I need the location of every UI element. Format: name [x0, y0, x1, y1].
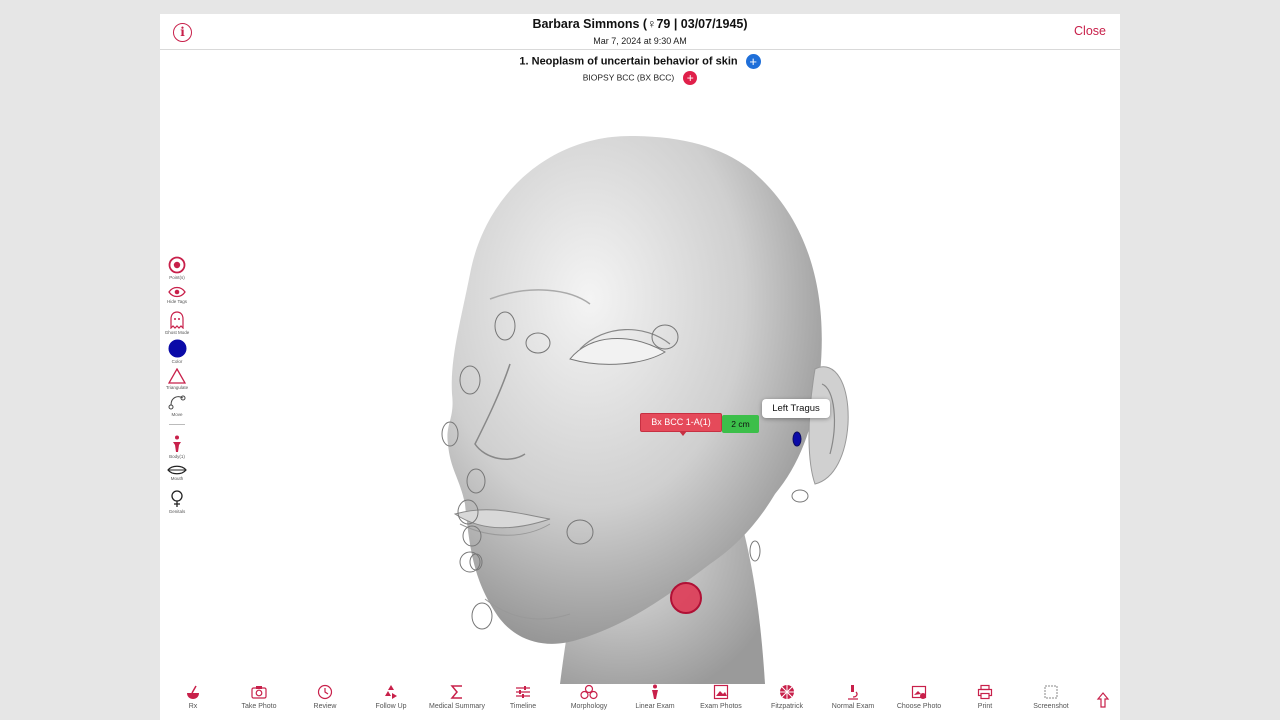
mouth-tool[interactable]: Mouth [163, 465, 191, 481]
add-diagnosis-icon[interactable]: + [745, 54, 761, 69]
screenshot-button[interactable]: Screenshot [1018, 682, 1084, 710]
rx-icon [187, 685, 199, 699]
diagnosis-row: 1. Neoplasm of uncertain behavior of ski… [160, 54, 1120, 69]
fitzpatrick-icon [780, 685, 794, 699]
review-button[interactable]: Review [292, 682, 358, 710]
linear-exam-icon [652, 684, 658, 699]
exam-photos-icon [713, 684, 729, 700]
procedure-row: BIOPSY BCC (BX BCC) + [160, 71, 1120, 85]
color-tool[interactable]: Color [163, 339, 191, 364]
visit-date: Mar 7, 2024 at 9:30 AM [593, 36, 687, 46]
fitzpatrick-label: Fitzpatrick [771, 703, 803, 710]
genitals-tool-label: Genitals [168, 509, 186, 514]
fitzpatrick-button[interactable]: Fitzpatrick [754, 682, 820, 710]
points-tool[interactable]: Point(s) [163, 256, 191, 280]
eye-icon [168, 286, 186, 298]
triangulate-tool[interactable]: Triangulate [163, 368, 191, 390]
rx-label: Rx [188, 703, 198, 710]
recycle-icon [385, 685, 397, 699]
hide-tags-tool-label: Hide Tags [167, 299, 187, 304]
choose-photo-button[interactable]: Choose Photo [886, 682, 952, 710]
close-button[interactable]: Close [1074, 24, 1106, 38]
left-toolbar: Point(s) Hide Tags Ghost Mode Color Tria… [163, 254, 191, 524]
morphology-button[interactable]: Morphology [556, 682, 622, 710]
hide-tags-tool[interactable]: Hide Tags [163, 286, 191, 304]
exam-photos-button[interactable]: Exam Photos [688, 682, 754, 710]
medical-summary-button[interactable]: Medical Summary [424, 682, 490, 710]
selected-point-marker[interactable] [670, 582, 702, 614]
body-icon [173, 435, 181, 452]
review-icon [317, 684, 333, 700]
screenshot-icon [1044, 685, 1058, 699]
microscope-icon [848, 685, 858, 700]
normal-exam-button[interactable]: Normal Exam [820, 682, 886, 710]
move-tool-label: Move [171, 412, 183, 417]
points-tool-label: Point(s) [169, 275, 185, 280]
normal-exam-label: Normal Exam [831, 703, 875, 710]
procedure-label[interactable]: BIOPSY BCC (BX BCC) [583, 72, 674, 82]
lesion-tag[interactable]: Bx BCC 1-A(1) [640, 413, 722, 436]
print-label: Print [977, 703, 993, 710]
color-swatch-icon [168, 339, 186, 358]
follow-up-button[interactable]: Follow Up [358, 682, 424, 710]
triangulate-tool-label: Triangulate [165, 385, 189, 390]
body-tool[interactable]: Body(1) [163, 435, 191, 459]
take-photo-label: Take Photo [241, 703, 277, 710]
mouth-icon [167, 465, 187, 475]
morphology-label: Morphology [570, 703, 608, 710]
patient-name: Barbara Simmons (♀79 | 03/07/1945) [532, 17, 748, 31]
mouth-tool-label: Mouth [170, 476, 184, 481]
arrow-up-icon[interactable] [1096, 692, 1110, 708]
screenshot-label: Screenshot [1033, 703, 1069, 710]
linear-exam-label: Linear Exam [635, 703, 675, 710]
header: i Barbara Simmons (♀79 | 03/07/1945) Mar… [160, 14, 1120, 50]
timeline-button[interactable]: Timeline [490, 682, 556, 710]
genitals-icon [171, 490, 183, 507]
body-tool-label: Body(1) [169, 454, 185, 459]
ghost-mode-tool-label: Ghost Mode [164, 330, 190, 335]
diagnosis-label: 1. Neoplasm of uncertain behavior of ski… [519, 55, 738, 68]
exam-photos-label: Exam Photos [700, 703, 742, 710]
genitals-tool[interactable]: Genitals [163, 490, 191, 514]
ghost-icon [170, 311, 184, 329]
bottom-toolbar: Rx Take Photo Review Follow Up Medical S… [160, 682, 1120, 720]
camera-icon [251, 686, 267, 699]
choose-photo-label: Choose Photo [896, 703, 942, 710]
take-photo-button[interactable]: Take Photo [226, 682, 292, 710]
printer-icon [977, 684, 993, 700]
morphology-icon [580, 684, 598, 700]
toolbar-divider [169, 424, 185, 425]
lesion-size-tag[interactable]: 2 cm [722, 415, 759, 433]
ghost-mode-tool[interactable]: Ghost Mode [163, 311, 191, 335]
move-tool[interactable]: Move [163, 393, 191, 417]
lesion-marker-point [792, 431, 802, 447]
location-tag: Left Tragus [762, 399, 830, 418]
linear-exam-button[interactable]: Linear Exam [622, 682, 688, 710]
timeline-icon [516, 686, 530, 698]
exam-screen: i Barbara Simmons (♀79 | 03/07/1945) Mar… [160, 14, 1120, 720]
review-label: Review [313, 703, 337, 710]
move-icon [168, 395, 186, 410]
print-button[interactable]: Print [952, 682, 1018, 710]
choose-photo-icon [911, 685, 927, 699]
rx-button[interactable]: Rx [160, 682, 226, 710]
add-procedure-icon[interactable]: + [683, 71, 698, 85]
timeline-label: Timeline [509, 703, 537, 710]
target-icon [168, 256, 186, 274]
triangle-icon [168, 368, 186, 384]
follow-up-label: Follow Up [375, 703, 407, 710]
sigma-icon [450, 685, 462, 699]
color-tool-label: Color [171, 359, 183, 364]
medical-summary-label: Medical Summary [428, 703, 485, 710]
